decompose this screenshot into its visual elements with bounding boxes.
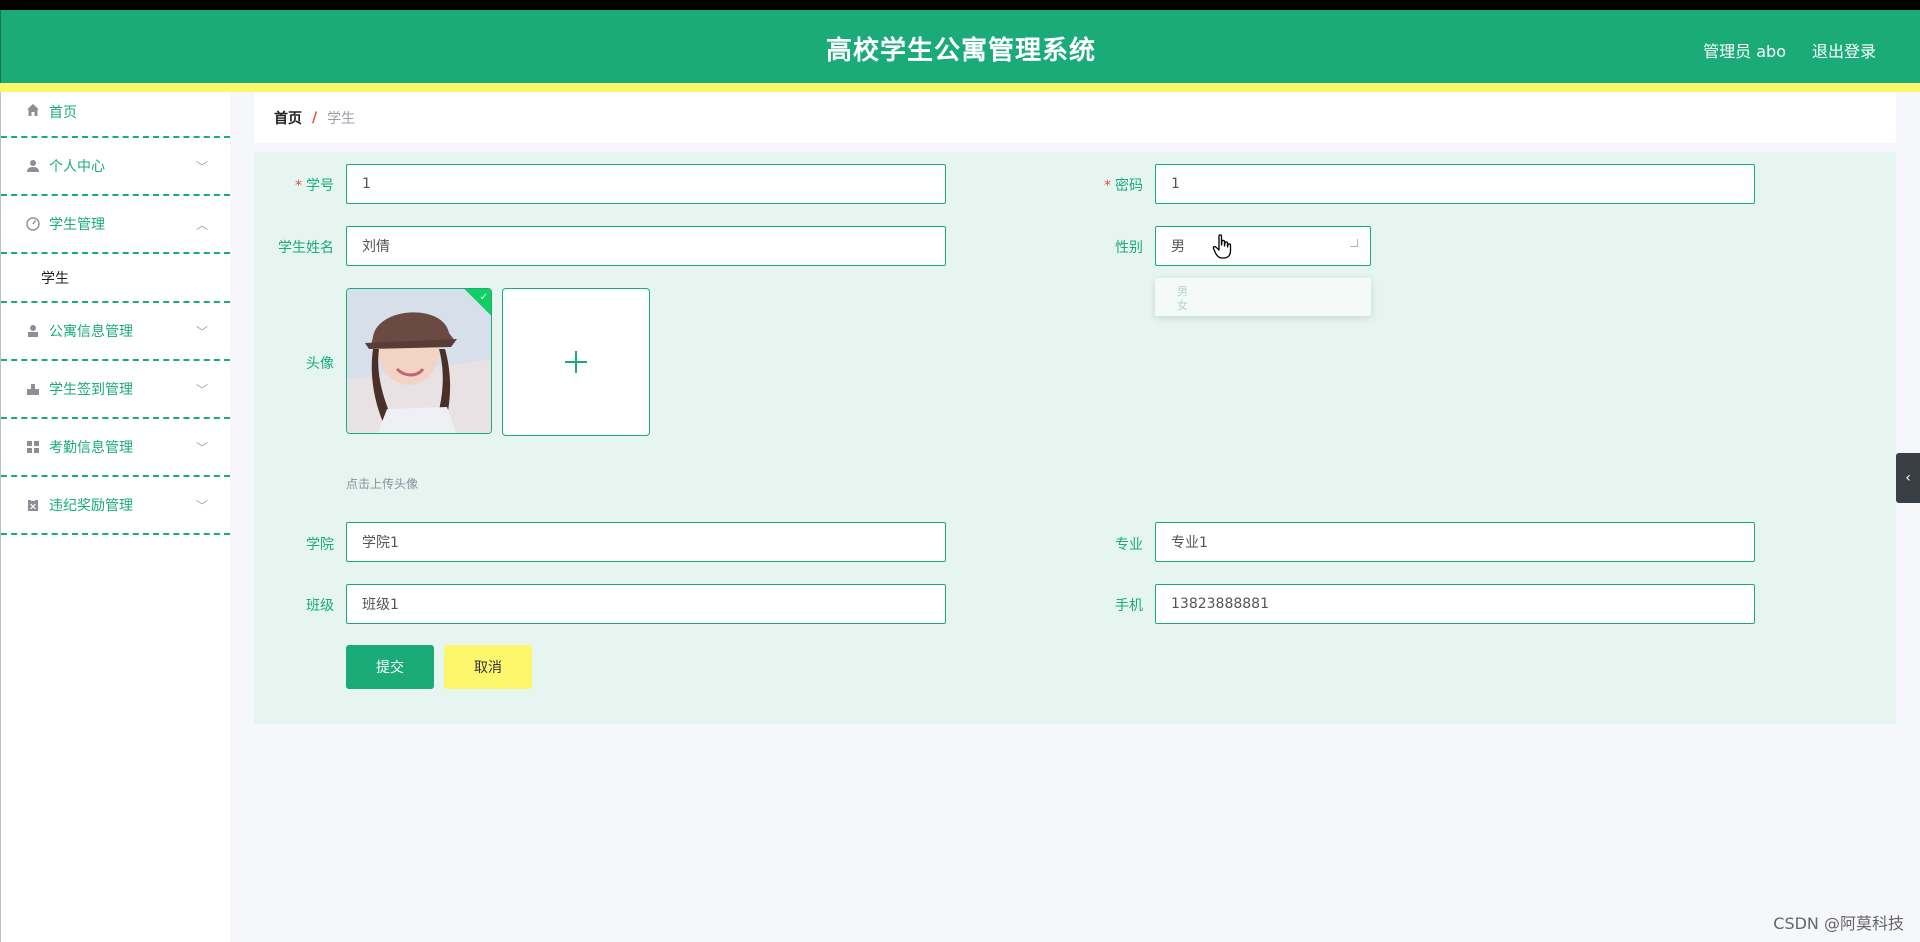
avatar-label: 头像	[306, 356, 334, 372]
sidebar-item-student-management[interactable]: 学生管理 ︿	[1, 196, 230, 254]
header-accent-strip	[0, 83, 1920, 92]
sidebar-item-apartment-info[interactable]: 公寓信息管理 ﹀	[1, 303, 230, 361]
sidebar-subitem-label: 学生	[41, 270, 69, 287]
logout-link[interactable]: 退出登录	[1812, 38, 1876, 62]
sidebar-item-label: 考勤信息管理	[49, 440, 133, 456]
avatar-upload-button[interactable]	[502, 288, 650, 436]
sidebar-subitem-student[interactable]: 学生	[1, 254, 230, 303]
breadcrumb-home[interactable]: 首页	[274, 108, 302, 128]
clipboard-icon	[25, 497, 41, 513]
header: 高校学生公寓管理系统 管理员 abo 退出登录	[0, 10, 1920, 83]
sidebar-item-home[interactable]: 首页	[1, 92, 230, 138]
collapse-panel-button[interactable]: ‹	[1896, 453, 1920, 503]
chevron-left-icon: ‹	[1905, 470, 1911, 486]
sidebar-item-label: 个人中心	[49, 159, 105, 175]
sidebar-item-personal-center[interactable]: 个人中心 ﹀	[1, 138, 230, 196]
class-input[interactable]: 班级1	[346, 584, 946, 624]
chevron-down-icon: ﹀	[195, 325, 208, 339]
major-label: 专业	[1115, 537, 1143, 553]
avatar-image[interactable]: ✓	[346, 288, 492, 434]
sidebar-item-label: 学生签到管理	[49, 382, 133, 398]
watermark: CSDN @阿莫科技	[1773, 914, 1904, 933]
sidebar-item-label: 学生管理	[49, 217, 105, 233]
current-user: 管理员 abo	[1703, 42, 1786, 61]
stamp-icon	[25, 381, 41, 397]
hand-cursor-icon	[1212, 234, 1232, 259]
avatar-upload-tip: 点击上传头像	[346, 477, 419, 491]
breadcrumb-current: 学生	[327, 110, 356, 127]
plus-icon	[565, 351, 587, 373]
gender-label: 性别	[1115, 240, 1143, 256]
chevron-down-icon: ﹀	[195, 160, 208, 174]
chevron-up-icon: ︿	[195, 218, 208, 232]
chevron-down-icon: ﹀	[195, 441, 208, 455]
phone-label: 手机	[1115, 598, 1143, 614]
app-title: 高校学生公寓管理系统	[825, 36, 1096, 66]
gender-option[interactable]: 女	[1177, 297, 1188, 313]
breadcrumb-separator: /	[312, 109, 318, 126]
sidebar-item-attendance[interactable]: 考勤信息管理 ﹀	[1, 419, 230, 477]
check-icon: ✓	[479, 292, 488, 303]
password-input[interactable]: 1	[1155, 164, 1755, 204]
sidebar: 首页 个人中心 ﹀ 学生管理 ︿ 学生 公寓信息管理 ﹀ 学生签到管理 ﹀ 考勤…	[0, 92, 230, 942]
gender-dropdown: 男 女	[1155, 278, 1371, 316]
name-label: 学生姓名	[278, 240, 334, 256]
name-input[interactable]: 刘倩	[346, 226, 946, 266]
college-input[interactable]: 学院1	[346, 522, 946, 562]
user-icon	[25, 158, 41, 174]
sidebar-item-label: 违纪奖励管理	[49, 498, 133, 514]
select-arrow-icon	[1350, 239, 1358, 247]
chevron-down-icon: ﹀	[195, 499, 208, 513]
person-icon	[25, 323, 41, 339]
avatar-photo-icon	[347, 289, 491, 433]
grid-icon	[25, 439, 41, 455]
window-top-edge	[0, 0, 1920, 10]
sidebar-item-label: 公寓信息管理	[49, 324, 133, 340]
breadcrumb: 首页 / 学生	[254, 92, 1896, 143]
sidebar-item-checkin[interactable]: 学生签到管理 ﹀	[1, 361, 230, 419]
chevron-down-icon: ﹀	[195, 383, 208, 397]
password-label: * 密码	[1104, 178, 1143, 194]
cancel-button[interactable]: 取消	[444, 645, 532, 689]
submit-button[interactable]: 提交	[346, 645, 434, 689]
major-input[interactable]: 专业1	[1155, 522, 1755, 562]
gender-selected-value: 男	[1171, 239, 1185, 255]
gender-select[interactable]: 男	[1155, 226, 1371, 266]
phone-input[interactable]: 13823888881	[1155, 584, 1755, 624]
main-content: 首页 / 学生	[230, 92, 1920, 942]
gauge-icon	[25, 216, 41, 232]
sidebar-item-label: 首页	[49, 105, 77, 121]
sidebar-item-discipline-reward[interactable]: 违纪奖励管理 ﹀	[1, 477, 230, 535]
student-id-label: * 学号	[295, 178, 334, 194]
student-id-input[interactable]: 1	[346, 164, 946, 204]
home-icon	[25, 102, 41, 118]
college-label: 学院	[306, 537, 334, 553]
class-label: 班级	[306, 598, 334, 614]
